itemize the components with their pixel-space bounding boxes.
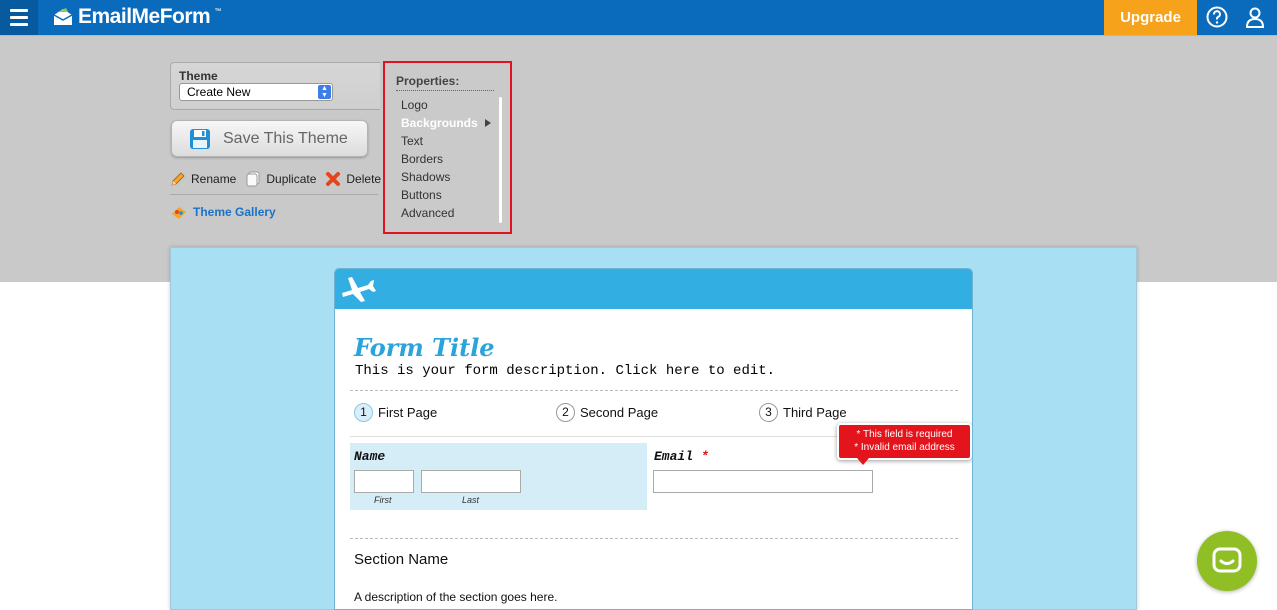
duplicate-action[interactable]: Duplicate xyxy=(245,171,316,187)
chat-widget-button[interactable] xyxy=(1197,531,1257,591)
theme-actions: Rename Duplicate Delete xyxy=(170,170,390,188)
hamburger-menu-icon[interactable] xyxy=(0,0,38,35)
step-label: Second Page xyxy=(580,405,659,420)
theme-label: Theme xyxy=(179,69,218,83)
property-item-advanced[interactable]: Advanced xyxy=(401,204,478,222)
page-step-1[interactable]: 1 First Page xyxy=(354,403,437,422)
step-number: 2 xyxy=(556,403,575,422)
duplicate-label: Duplicate xyxy=(266,172,317,186)
form-preview: Form Title This is your form description… xyxy=(334,268,973,610)
property-item-borders[interactable]: Borders xyxy=(401,150,478,168)
step-number: 3 xyxy=(759,403,778,422)
properties-list: Logo Backgrounds Text Borders Shadows Bu… xyxy=(401,96,478,222)
properties-separator xyxy=(396,90,494,91)
airplane-logo-icon xyxy=(342,277,376,302)
property-item-text[interactable]: Text xyxy=(401,132,478,150)
properties-title: Properties: xyxy=(396,74,460,88)
floppy-disk-icon xyxy=(190,128,210,149)
properties-scrollbar[interactable] xyxy=(499,97,502,223)
user-account-icon[interactable] xyxy=(1245,6,1265,28)
property-item-logo[interactable]: Logo xyxy=(401,96,478,114)
property-item-shadows[interactable]: Shadows xyxy=(401,168,478,186)
select-updown-arrows-icon: ▲ ▼ xyxy=(318,85,331,99)
last-sublabel: Last xyxy=(462,495,480,505)
name-field-label: Name xyxy=(354,449,386,464)
theme-gallery-icon xyxy=(172,207,186,219)
required-asterisk: * xyxy=(700,449,709,464)
help-icon[interactable] xyxy=(1206,6,1228,28)
step-number: 1 xyxy=(354,403,373,422)
submenu-arrow-icon xyxy=(485,119,491,127)
duplicate-icon xyxy=(246,171,260,187)
properties-menu: Properties: Logo Backgrounds Text Border… xyxy=(383,61,512,234)
pencil-icon xyxy=(171,172,185,186)
envelope-logo-icon xyxy=(53,8,73,25)
email-input[interactable] xyxy=(653,470,873,493)
first-name-input[interactable] xyxy=(354,470,414,493)
page-step-2[interactable]: 2 Second Page xyxy=(556,403,658,422)
emailmeform-logo[interactable]: EmailMeForm ™ xyxy=(52,4,221,30)
save-theme-label: Save This Theme xyxy=(223,129,348,147)
logo-text: EmailMeForm xyxy=(78,5,211,28)
delete-label: Delete xyxy=(346,172,382,186)
theme-selector-box: Theme Create New ▲ ▼ xyxy=(170,62,380,110)
tooltip-pointer xyxy=(857,458,869,465)
actions-divider xyxy=(170,194,378,195)
title-separator xyxy=(350,390,958,391)
form-title[interactable]: Form Title xyxy=(354,333,495,362)
delete-x-icon xyxy=(326,172,341,186)
theme-gallery-link[interactable]: Theme Gallery xyxy=(171,204,276,220)
property-item-buttons[interactable]: Buttons xyxy=(401,186,478,204)
top-navbar: EmailMeForm ™ Upgrade xyxy=(0,0,1277,35)
save-theme-button[interactable]: Save This Theme xyxy=(171,120,368,157)
form-description[interactable]: This is your form description. Click her… xyxy=(355,363,775,379)
validation-error-tooltip: * This field is required * Invalid email… xyxy=(837,423,972,460)
rename-label: Rename xyxy=(191,172,237,186)
last-name-input[interactable] xyxy=(421,470,521,493)
chat-bubble-icon xyxy=(1212,547,1242,573)
email-label-text: Email xyxy=(654,449,694,464)
theme-select-value: Create New xyxy=(187,85,251,99)
step-label: First Page xyxy=(378,405,438,420)
theme-gallery-label: Theme Gallery xyxy=(193,205,276,219)
first-sublabel: First xyxy=(374,495,392,505)
page-step-3[interactable]: 3 Third Page xyxy=(759,403,847,422)
error-invalid-email: * Invalid email address xyxy=(854,442,955,453)
section-description[interactable]: A description of the section goes here. xyxy=(354,590,557,604)
error-required: * This field is required xyxy=(856,429,953,440)
delete-action[interactable]: Delete xyxy=(325,171,381,187)
email-field-label: Email * xyxy=(654,449,709,464)
section-separator xyxy=(350,538,958,539)
logo-trademark: ™ xyxy=(214,8,222,15)
theme-select-dropdown[interactable]: Create New ▲ ▼ xyxy=(179,83,333,101)
rename-action[interactable]: Rename xyxy=(170,171,236,187)
property-item-backgrounds[interactable]: Backgrounds xyxy=(401,114,478,132)
section-name[interactable]: Section Name xyxy=(354,551,448,568)
upgrade-button[interactable]: Upgrade xyxy=(1104,0,1197,35)
form-header-banner[interactable] xyxy=(335,269,972,309)
step-label: Third Page xyxy=(783,405,847,420)
